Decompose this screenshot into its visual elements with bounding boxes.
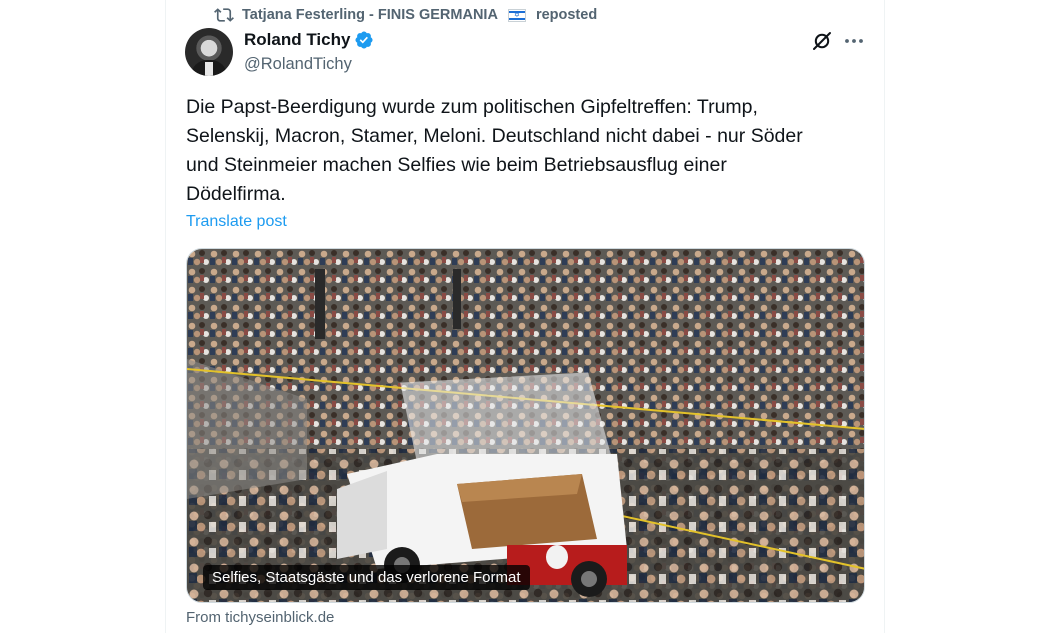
israel-flag-icon: ✡ xyxy=(507,8,526,22)
repost-header[interactable]: Tatjana Festerling - FINIS GERMANIA ✡ re… xyxy=(214,5,597,25)
author-display-name[interactable]: Roland Tichy xyxy=(244,30,350,50)
more-icon[interactable] xyxy=(842,29,866,53)
link-card-title: Selfies, Staatsgäste und das verlorene F… xyxy=(203,565,530,590)
grok-icon[interactable] xyxy=(810,29,834,53)
translate-post-link[interactable]: Translate post xyxy=(186,213,287,231)
timeline-column: Tatjana Festerling - FINIS GERMANIA ✡ re… xyxy=(165,0,885,633)
avatar-shirt xyxy=(205,62,213,76)
avatar[interactable] xyxy=(185,28,233,76)
author-handle[interactable]: @RolandTichy xyxy=(244,55,352,74)
repost-suffix: reposted xyxy=(535,7,598,23)
post-text: Die Papst-Beerdigung wurde zum politisch… xyxy=(186,96,803,205)
author-name-row[interactable]: Roland Tichy xyxy=(244,30,374,50)
card-image xyxy=(187,249,864,602)
link-card[interactable]: Selfies, Staatsgäste und das verlorene F… xyxy=(186,248,865,603)
link-card-source[interactable]: From tichyseinblick.de xyxy=(186,609,334,626)
repost-user[interactable]: Tatjana Festerling - FINIS GERMANIA xyxy=(242,7,498,23)
repost-icon xyxy=(214,8,234,22)
verified-badge-icon xyxy=(355,31,373,49)
